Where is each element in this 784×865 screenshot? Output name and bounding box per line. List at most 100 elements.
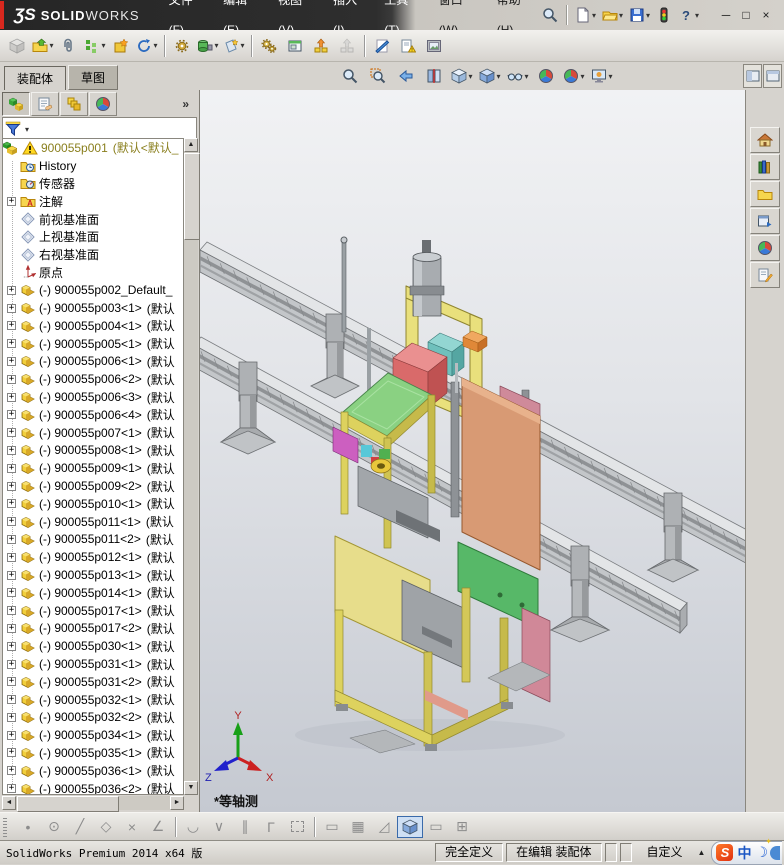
ime-language-icon[interactable]: 中 — [737, 843, 751, 863]
tree-item-原点[interactable]: 原点 — [3, 264, 183, 282]
expander-icon[interactable]: + — [7, 730, 16, 740]
zoom-to-area-button[interactable] — [366, 64, 390, 88]
tree-item-上视基准面[interactable]: 上视基准面 — [3, 228, 183, 246]
tree-component-item[interactable]: + (-) 900055p014<1> (默认 — [3, 584, 183, 602]
scroll-down-icon[interactable]: ▼ — [184, 781, 198, 795]
sketch-line-button[interactable]: ╱ — [67, 816, 93, 838]
hide-show-items-button[interactable]: ▾ — [506, 64, 530, 88]
assembly-3d-scene[interactable]: Y X Z — [200, 90, 745, 812]
expander-icon[interactable]: + — [7, 374, 16, 384]
shaded-with-edges-button[interactable] — [397, 815, 423, 838]
tab-装配体[interactable]: 装配体 — [4, 66, 67, 90]
tree-component-item[interactable]: + (-) 900055p009<2> (默认 — [3, 477, 183, 495]
pin-commandmanager-button[interactable] — [743, 64, 762, 88]
tree-item-传感器[interactable]: 传感器 — [3, 175, 183, 193]
corner-rectangle-button[interactable]: Γ — [258, 816, 284, 838]
fit-rectangle-button[interactable]: ▭ — [319, 816, 345, 838]
search-icon[interactable] — [542, 7, 562, 23]
expander-icon[interactable]: + — [7, 339, 16, 349]
expander-icon[interactable]: + — [7, 552, 16, 562]
dropdown-arrow-icon[interactable]: ▾ — [592, 11, 596, 20]
expander-icon[interactable]: + — [7, 303, 16, 313]
design-library-tab[interactable] — [750, 154, 780, 180]
panel-more-button[interactable]: » — [182, 97, 189, 111]
expander-icon[interactable]: + — [7, 570, 16, 580]
scroll-right-icon[interactable]: ► — [170, 796, 184, 810]
cyan-part[interactable] — [361, 445, 372, 457]
triangle-button[interactable]: ◿ — [371, 816, 397, 838]
scroll-left-icon[interactable]: ◄ — [2, 796, 16, 810]
tree-vertical-scrollbar[interactable]: ▲ ▼ — [184, 138, 200, 795]
tree-component-item[interactable]: + (-) 900055p008<1> (默认 — [3, 442, 183, 460]
tree-component-item[interactable]: + (-) 900055p034<1> (默认 — [3, 726, 183, 744]
sogou-ime-icon[interactable]: S — [716, 844, 734, 861]
expander-icon[interactable]: + — [7, 659, 16, 669]
expander-icon[interactable]: + — [7, 356, 16, 366]
tab-草图[interactable]: 草图 — [68, 65, 119, 90]
expander-icon[interactable]: + — [7, 695, 16, 705]
check-drawing-button[interactable]: ! — [396, 33, 420, 59]
parallel-relation-button[interactable]: ∥ — [232, 816, 258, 838]
restore-button[interactable]: □ — [736, 1, 756, 29]
expander-icon[interactable]: + — [7, 677, 16, 687]
dropdown-arrow-icon[interactable]: ▾ — [468, 72, 472, 81]
expander-icon[interactable]: + — [7, 481, 16, 491]
four-viewport-button[interactable]: ⊞ — [449, 816, 475, 838]
sensor-rod[interactable] — [455, 363, 458, 393]
tree-item-注解[interactable]: + A 注解 — [3, 192, 183, 210]
scroll-thumb[interactable] — [184, 153, 200, 240]
featuremanager-tree-tab[interactable] — [2, 91, 30, 116]
filter-input[interactable] — [29, 120, 194, 138]
close-button[interactable]: × — [756, 1, 776, 29]
dropdown-arrow-icon[interactable]: ▾ — [580, 72, 584, 81]
tree-root-item[interactable]: 900055p001 (默认<默认_ — [3, 139, 183, 157]
sketch-angle-button[interactable]: ∠ — [145, 816, 171, 838]
expander-icon[interactable]: + — [7, 606, 16, 616]
orange-block[interactable] — [462, 330, 488, 353]
tree-component-item[interactable]: + (-) 900055p011<2> (默认 — [3, 531, 183, 549]
filter-funnel-icon[interactable] — [5, 121, 21, 137]
gray-drawer[interactable] — [401, 579, 469, 671]
section-tool-button[interactable] — [370, 33, 394, 59]
expander-icon[interactable]: + — [7, 641, 16, 651]
linear-component-pattern-button[interactable]: ▾ — [83, 33, 107, 59]
tree-component-item[interactable]: + (-) 900055p030<1> (默认 — [3, 637, 183, 655]
sketch-point-button[interactable]: • — [15, 816, 41, 838]
dropdown-arrow-icon[interactable]: ▾ — [695, 11, 699, 20]
tree-component-item[interactable]: + (-) 900055p035<1> (默认 — [3, 744, 183, 762]
edit-appearance-button[interactable] — [534, 64, 558, 88]
tree-component-item[interactable]: + (-) 900055p007<1> (默认 — [3, 424, 183, 442]
expander-icon[interactable]: + — [7, 196, 16, 206]
capture-image-button[interactable] — [422, 33, 446, 59]
solidworks-resources-tab[interactable] — [750, 127, 780, 153]
view-palette-tab[interactable] — [750, 208, 780, 234]
configurationmanager-tab[interactable] — [60, 91, 88, 116]
apply-scene-button[interactable]: ▾ — [562, 64, 586, 88]
assembly-features-button[interactable]: ▾ — [196, 33, 220, 59]
scroll-up-icon[interactable]: ▲ — [184, 138, 198, 152]
tree-component-item[interactable]: + (-) 900055p032<1> (默认 — [3, 691, 183, 709]
help-button[interactable]: ? ▾ — [676, 5, 701, 25]
expander-icon[interactable]: + — [7, 321, 16, 331]
tree-horizontal-scrollbar[interactable]: ◄ ► — [2, 796, 184, 812]
snap-button[interactable]: ∨ — [206, 816, 232, 838]
tree-component-item[interactable]: + (-) 900055p005<1> (默认 — [3, 335, 183, 353]
trim-entities-button[interactable]: × — [119, 816, 145, 838]
grid-button[interactable]: ▦ — [345, 816, 371, 838]
view-orientation-button[interactable]: ▾ — [450, 64, 474, 88]
scroll-thumb[interactable] — [17, 796, 119, 812]
single-viewport-button[interactable]: ▭ — [423, 816, 449, 838]
steel-column[interactable] — [450, 381, 460, 518]
dropdown-arrow-icon[interactable]: ▾ — [524, 72, 528, 81]
tree-component-item[interactable]: + (-) 900055p002_Default_ — [3, 281, 183, 299]
display-style-button[interactable]: ▾ — [478, 64, 502, 88]
expander-icon[interactable]: + — [7, 428, 16, 438]
open-button[interactable]: ▾ — [600, 5, 625, 25]
minimize-button[interactable]: ─ — [716, 1, 736, 29]
ime-fullhalf-icon[interactable]: ☽ — [755, 844, 768, 861]
file-explorer-tab[interactable] — [750, 181, 780, 207]
dropdown-arrow-icon[interactable]: ▾ — [153, 41, 157, 50]
dropdown-arrow-icon[interactable]: ▾ — [101, 41, 105, 50]
insert-component-button[interactable]: ▾ — [31, 33, 55, 59]
expander-icon[interactable]: + — [7, 285, 16, 295]
